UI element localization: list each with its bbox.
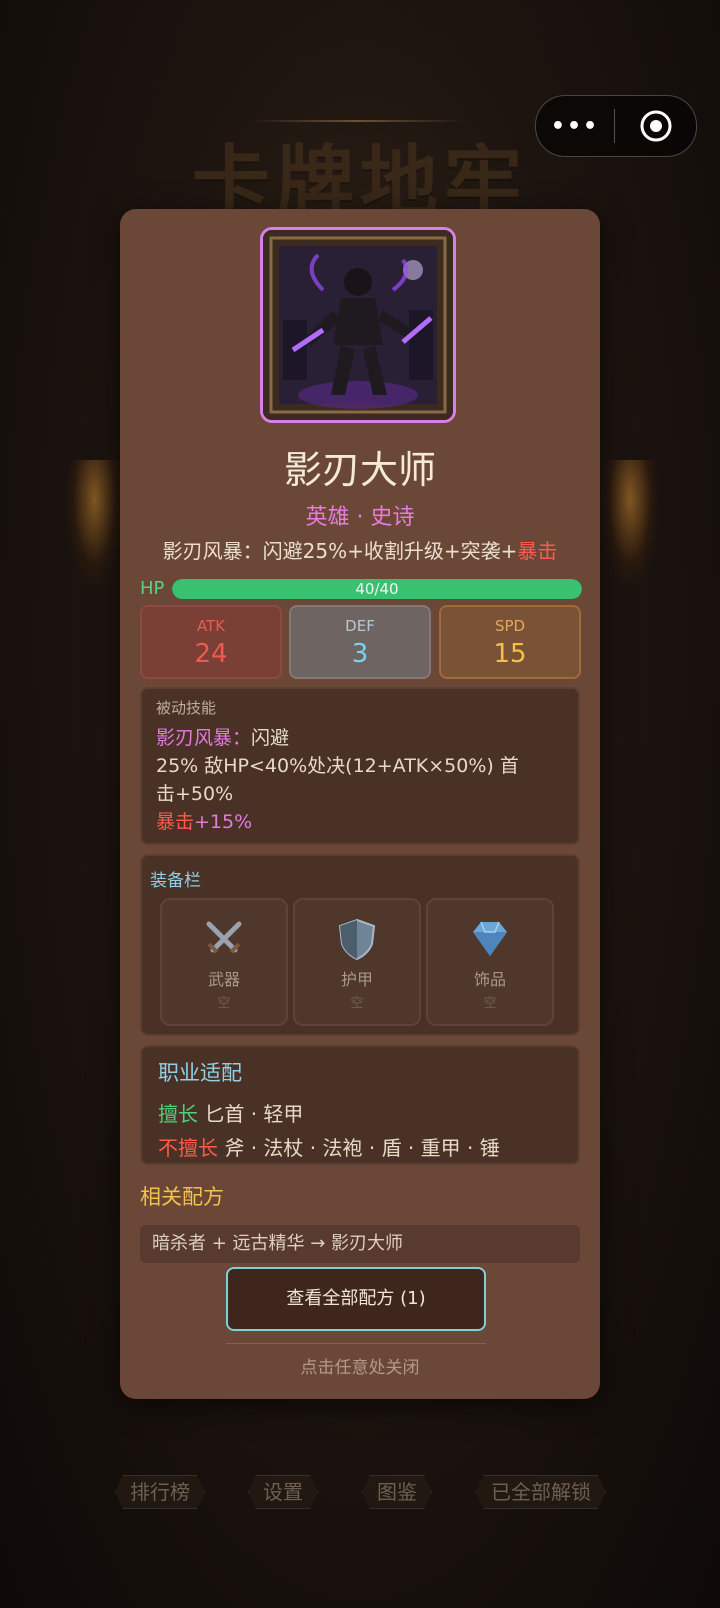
stat-atk-label: ATK <box>196 617 226 635</box>
class-fit-panel: 职业适配 擅长 匕首 · 轻甲 不擅长 斧 · 法杖 · 法袍 · 盾 · 重甲… <box>140 1045 580 1165</box>
shield-icon <box>295 916 419 962</box>
stat-def-value: 3 <box>351 639 369 669</box>
torch-glow-left <box>65 460 125 590</box>
equip-slot-accessory-state: 空 <box>483 996 497 1011</box>
class-fit-good: 擅长 匕首 · 轻甲 <box>158 1097 562 1131</box>
nav-unlocked[interactable]: 已全部解锁 <box>476 1475 606 1509</box>
recipes-title: 相关配方 <box>140 1185 224 1209</box>
hp-label: HP <box>140 578 165 599</box>
equipment-panel: 装备栏 武器 空 护甲 空 饰品 空 <box>140 854 580 1036</box>
hp-value: 40/40 <box>355 580 399 598</box>
passive-line-1: 影刃风暴：闪避 <box>156 724 564 752</box>
passive-skill-panel: 被动技能 影刃风暴：闪避 25% 敌HP<40%处决(12+ATK×50%) 首… <box>140 687 580 845</box>
class-fit-good-items: 匕首 · 轻甲 <box>204 1102 304 1126</box>
skill-summary-crit: 暴击 <box>517 539 558 563</box>
crossed-swords-icon <box>162 916 286 962</box>
passive-title: 被动技能 <box>156 699 217 717</box>
equip-slot-accessory-label: 饰品 <box>473 970 506 989</box>
passive-name-suffix: 闪避 <box>251 727 290 749</box>
equip-slot-armor[interactable]: 护甲 空 <box>293 898 421 1026</box>
nav-settings[interactable]: 设置 <box>248 1475 318 1509</box>
equip-slot-weapon-label: 武器 <box>207 970 240 989</box>
skill-summary: 影刃风暴：闪避25%+收割升级+突袭+暴击 <box>120 535 600 564</box>
recipe-item[interactable]: 暗杀者 + 远古精华 → 影刃大师 <box>140 1225 580 1263</box>
view-all-recipes-button[interactable]: 查看全部配方 (1) <box>226 1267 486 1331</box>
miniprogram-capsule: ••• <box>535 95 697 157</box>
passive-name: 影刃风暴： <box>156 727 252 749</box>
equip-slot-armor-label: 护甲 <box>340 970 373 989</box>
equip-slot-weapon[interactable]: 武器 空 <box>160 898 288 1026</box>
equip-slot-weapon-state: 空 <box>217 996 231 1011</box>
close-hint[interactable]: 点击任意处关闭 <box>120 1353 600 1378</box>
bottom-nav: 排行榜 设置 图鉴 已全部解锁 <box>0 1475 720 1515</box>
card-rarity: 英雄 · 史诗 <box>305 505 415 530</box>
hp-bar: 40/40 <box>172 579 582 599</box>
stat-atk-value: 24 <box>194 639 228 669</box>
diamond-icon <box>428 916 552 962</box>
stat-spd-value: 15 <box>493 639 527 669</box>
passive-line-3: 击+50% <box>156 783 234 805</box>
passive-line-2: 25% 敌HP<40%处决(12+ATK×50%) 首 <box>156 755 519 777</box>
card-name: 影刃大师 <box>283 448 436 492</box>
stat-def: DEF 3 <box>289 605 431 679</box>
passive-crit-value: +15% <box>194 811 253 833</box>
passive-line-4: 暴击+15% <box>156 808 564 836</box>
nav-leaderboard[interactable]: 排行榜 <box>115 1475 205 1509</box>
equipment-title: 装备栏 <box>150 871 201 891</box>
stat-spd-label: SPD <box>494 617 526 635</box>
class-fit-title: 职业适配 <box>158 1061 242 1085</box>
stat-atk: ATK 24 <box>140 605 282 679</box>
class-fit-good-label: 擅长 <box>158 1102 198 1126</box>
passive-crit-label: 暴击 <box>156 811 195 833</box>
equip-slot-accessory[interactable]: 饰品 空 <box>426 898 554 1026</box>
modal-divider <box>226 1343 486 1344</box>
nav-codex[interactable]: 图鉴 <box>362 1475 432 1509</box>
stat-def-label: DEF <box>345 617 375 635</box>
stat-spd: SPD 15 <box>439 605 581 679</box>
card-detail-modal[interactable]: 影刃大师 英雄 · 史诗 影刃风暴：闪避25%+收割升级+突袭+暴击 HP 40… <box>120 209 600 1399</box>
target-circle-icon[interactable] <box>615 109 696 143</box>
torch-glow-right <box>600 460 660 590</box>
class-fit-bad: 不擅长 斧 · 法杖 · 法袍 · 盾 · 重甲 · 锤 <box>158 1131 562 1165</box>
class-fit-bad-items: 斧 · 法杖 · 法袍 · 盾 · 重甲 · 锤 <box>224 1136 500 1160</box>
skill-summary-text: 影刃风暴：闪避25%+收割升级+突袭+ <box>162 539 518 563</box>
class-fit-bad-label: 不擅长 <box>158 1136 218 1160</box>
card-portrait <box>260 227 456 423</box>
more-dots-icon[interactable]: ••• <box>536 114 614 139</box>
equip-slot-armor-state: 空 <box>350 996 364 1011</box>
